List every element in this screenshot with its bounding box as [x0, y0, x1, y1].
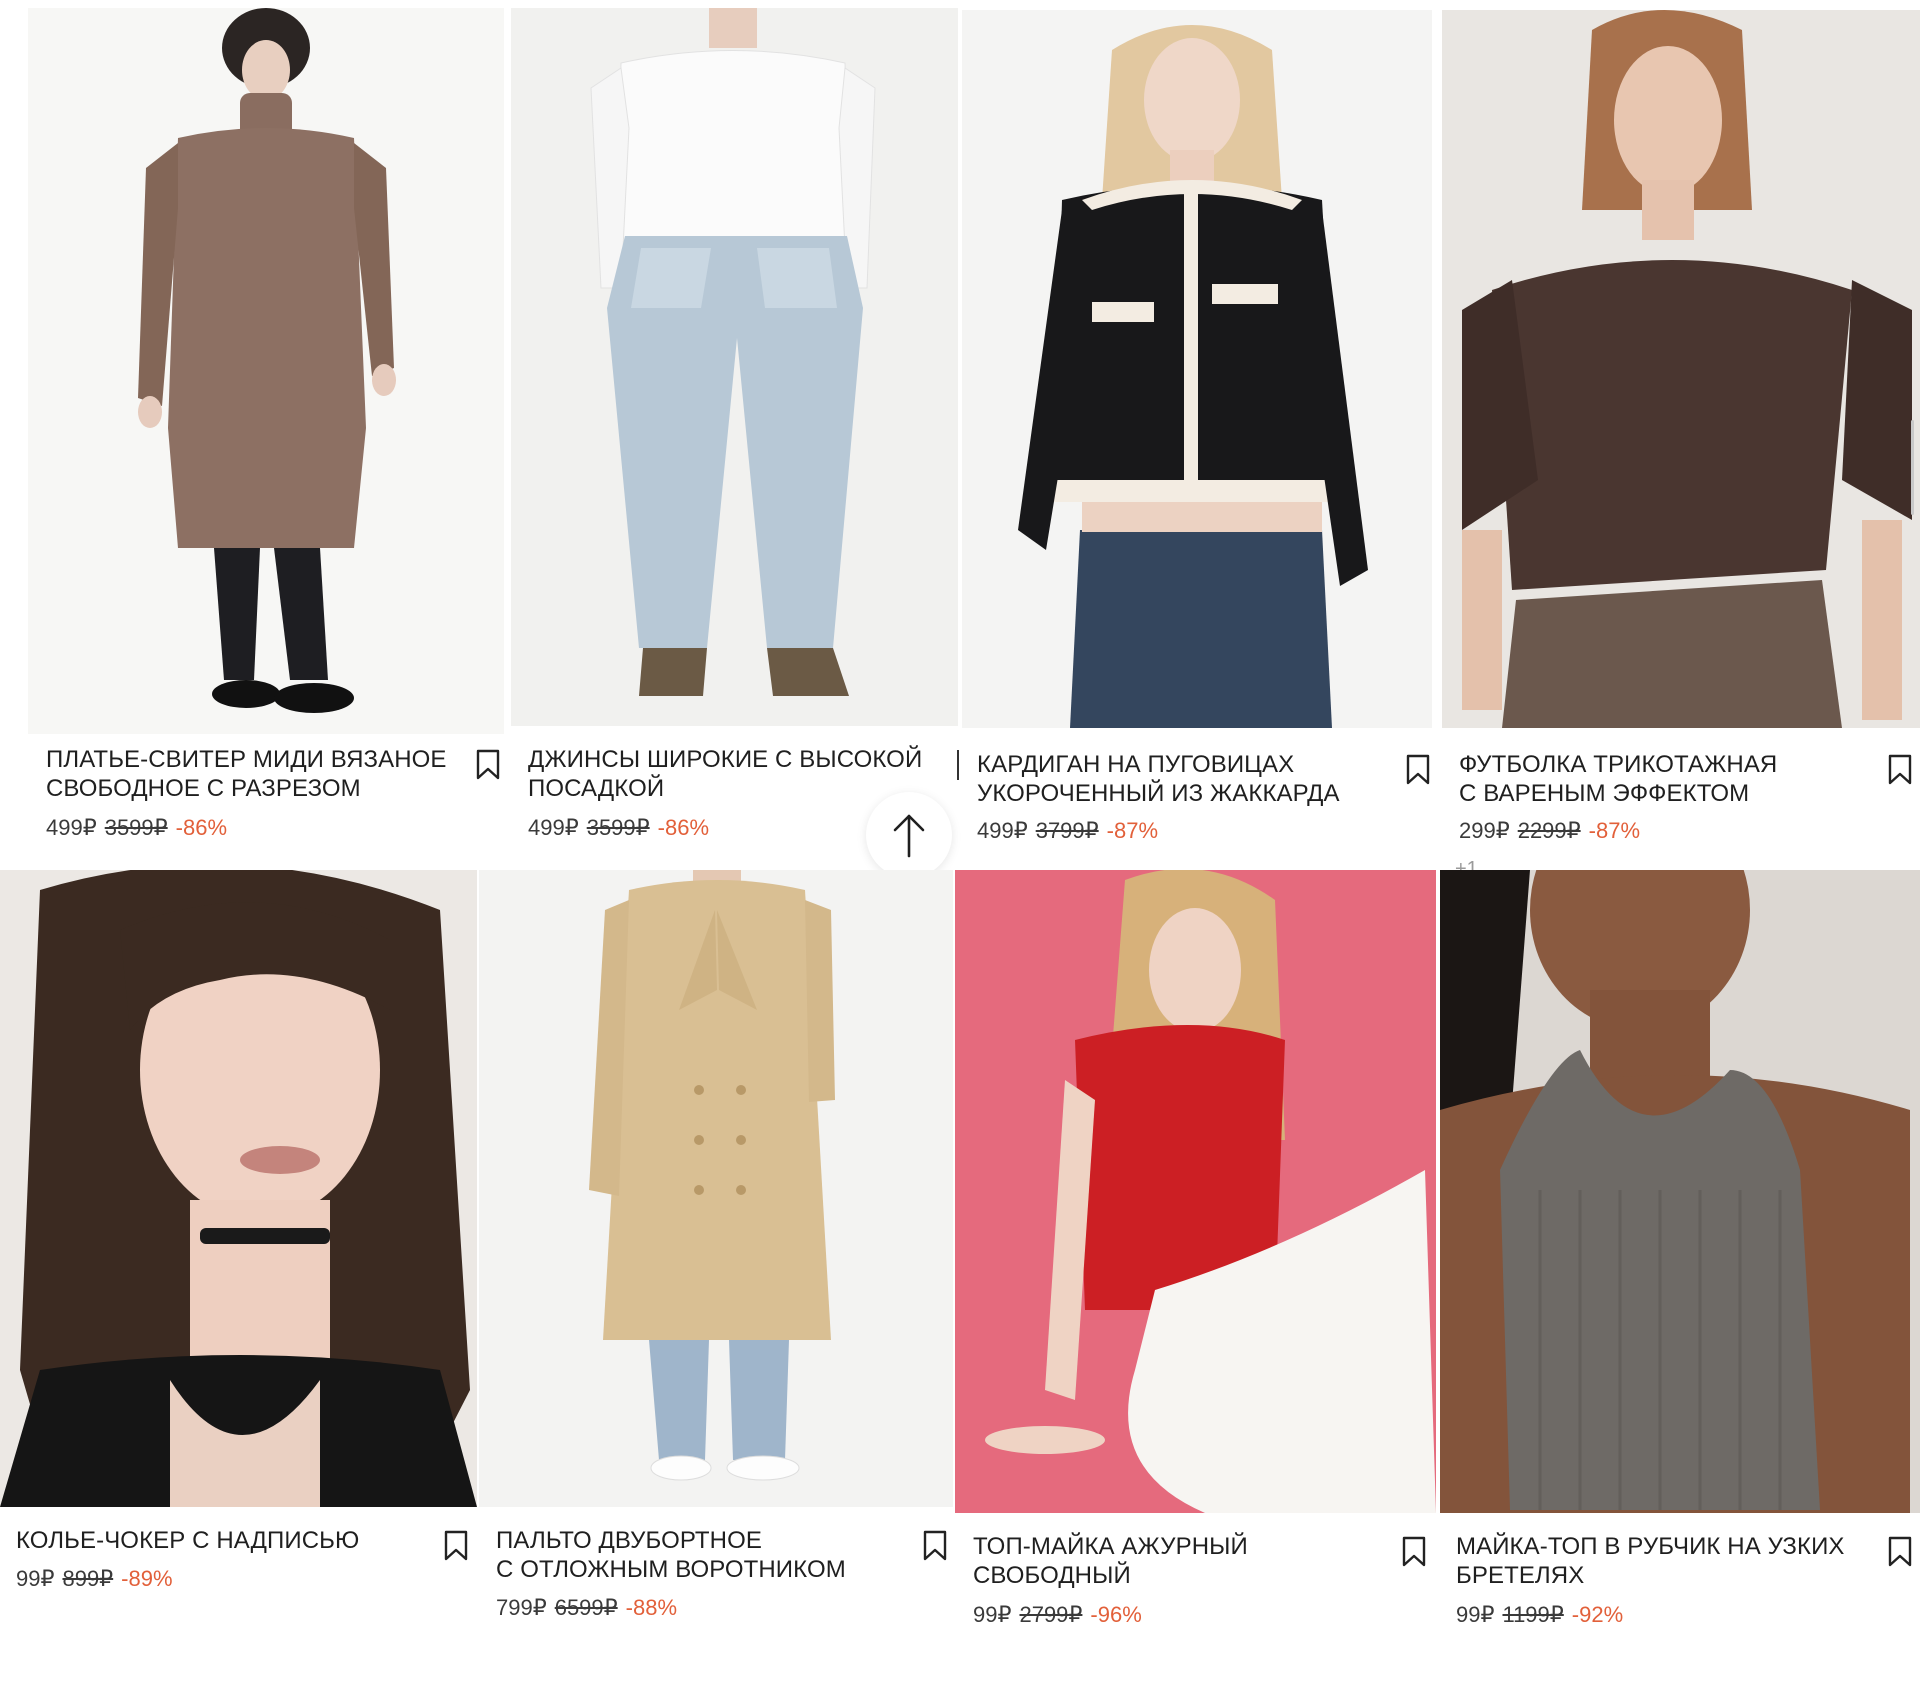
product-photo[interactable]: [962, 10, 1432, 728]
bookmark-icon[interactable]: [1888, 1536, 1912, 1568]
bookmark-icon[interactable]: [1888, 754, 1912, 786]
price-discount: -88%: [625, 1595, 678, 1620]
product-title[interactable]: ФУТБОЛКА ТРИКОТАЖНАЯ С ВАРЕНЫМ ЭФФЕКТОМ: [1459, 750, 1879, 808]
price-discount: -89%: [121, 1566, 173, 1591]
product-photo[interactable]: [955, 870, 1436, 1513]
scroll-top-button[interactable]: [866, 792, 952, 878]
scrollbar[interactable]: [1911, 420, 1914, 515]
price-discount: -96%: [1090, 1602, 1142, 1627]
product-title[interactable]: ПЛАТЬЕ-СВИТЕР МИДИ ВЯЗАНОЕ СВОБОДНОЕ С Р…: [46, 745, 466, 803]
product-prices: 799₽ 6599₽ -88%: [496, 1595, 677, 1621]
price-old: 1199₽: [1502, 1602, 1564, 1627]
product-photo[interactable]: [1442, 10, 1920, 728]
price-discount: -86%: [657, 815, 710, 840]
price-old: 6599₽: [554, 1595, 618, 1620]
product-prices: 99₽ 899₽ -89%: [16, 1566, 173, 1592]
product-photo[interactable]: [28, 8, 504, 734]
price-old: 3599₽: [586, 815, 650, 840]
price-old: 2799₽: [1019, 1602, 1083, 1627]
column-divider: [957, 750, 959, 780]
arrow-up-icon: [893, 814, 925, 858]
price-current: 799₽: [496, 1595, 547, 1620]
product-title[interactable]: КОЛЬЕ-ЧОКЕР С НАДПИСЬЮ: [16, 1526, 436, 1555]
bookmark-icon[interactable]: [1406, 754, 1430, 786]
price-discount: -92%: [1571, 1602, 1624, 1627]
price-old: 3599₽: [104, 815, 168, 840]
price-discount: -87%: [1106, 818, 1159, 843]
price-current: 499₽: [46, 815, 97, 840]
product-title[interactable]: ТОП-МАЙКА АЖУРНЫЙ СВОБОДНЫЙ: [973, 1532, 1393, 1590]
product-photo[interactable]: [1440, 870, 1920, 1513]
product-title[interactable]: МАЙКА-ТОП В РУБЧИК НА УЗКИХ БРЕТЕЛЯХ: [1456, 1532, 1886, 1590]
price-current: 99₽: [973, 1602, 1012, 1627]
price-old: 2299₽: [1517, 818, 1581, 843]
product-prices: 99₽ 2799₽ -96%: [973, 1602, 1142, 1628]
product-prices: 499₽ 3799₽ -87%: [977, 818, 1158, 844]
bookmark-icon[interactable]: [444, 1530, 468, 1562]
product-title[interactable]: КАРДИГАН НА ПУГОВИЦАХ УКОРОЧЕННЫЙ ИЗ ЖАК…: [977, 750, 1397, 808]
price-current: 99₽: [16, 1566, 55, 1591]
price-current: 499₽: [528, 815, 579, 840]
product-prices: 299₽ 2299₽ -87%: [1459, 818, 1640, 844]
product-prices: 499₽ 3599₽ -86%: [46, 815, 227, 841]
product-prices: 99₽ 1199₽ -92%: [1456, 1602, 1623, 1628]
price-current: 299₽: [1459, 818, 1510, 843]
price-discount: -87%: [1588, 818, 1641, 843]
price-old: 899₽: [62, 1566, 114, 1591]
price-old: 3799₽: [1035, 818, 1099, 843]
bookmark-icon[interactable]: [923, 1530, 947, 1562]
bookmark-icon[interactable]: [1402, 1536, 1426, 1568]
product-photo[interactable]: [479, 870, 953, 1507]
product-title[interactable]: ПАЛЬТО ДВУБОРТНОЕ С ОТЛОЖНЫМ ВОРОТНИКОМ: [496, 1526, 916, 1584]
price-current: 499₽: [977, 818, 1028, 843]
price-current: 99₽: [1456, 1602, 1495, 1627]
product-photo[interactable]: [0, 870, 477, 1507]
price-discount: -86%: [175, 815, 228, 840]
bookmark-icon[interactable]: [476, 749, 500, 781]
product-prices: 499₽ 3599₽ -86%: [528, 815, 709, 841]
product-photo[interactable]: [511, 8, 958, 726]
